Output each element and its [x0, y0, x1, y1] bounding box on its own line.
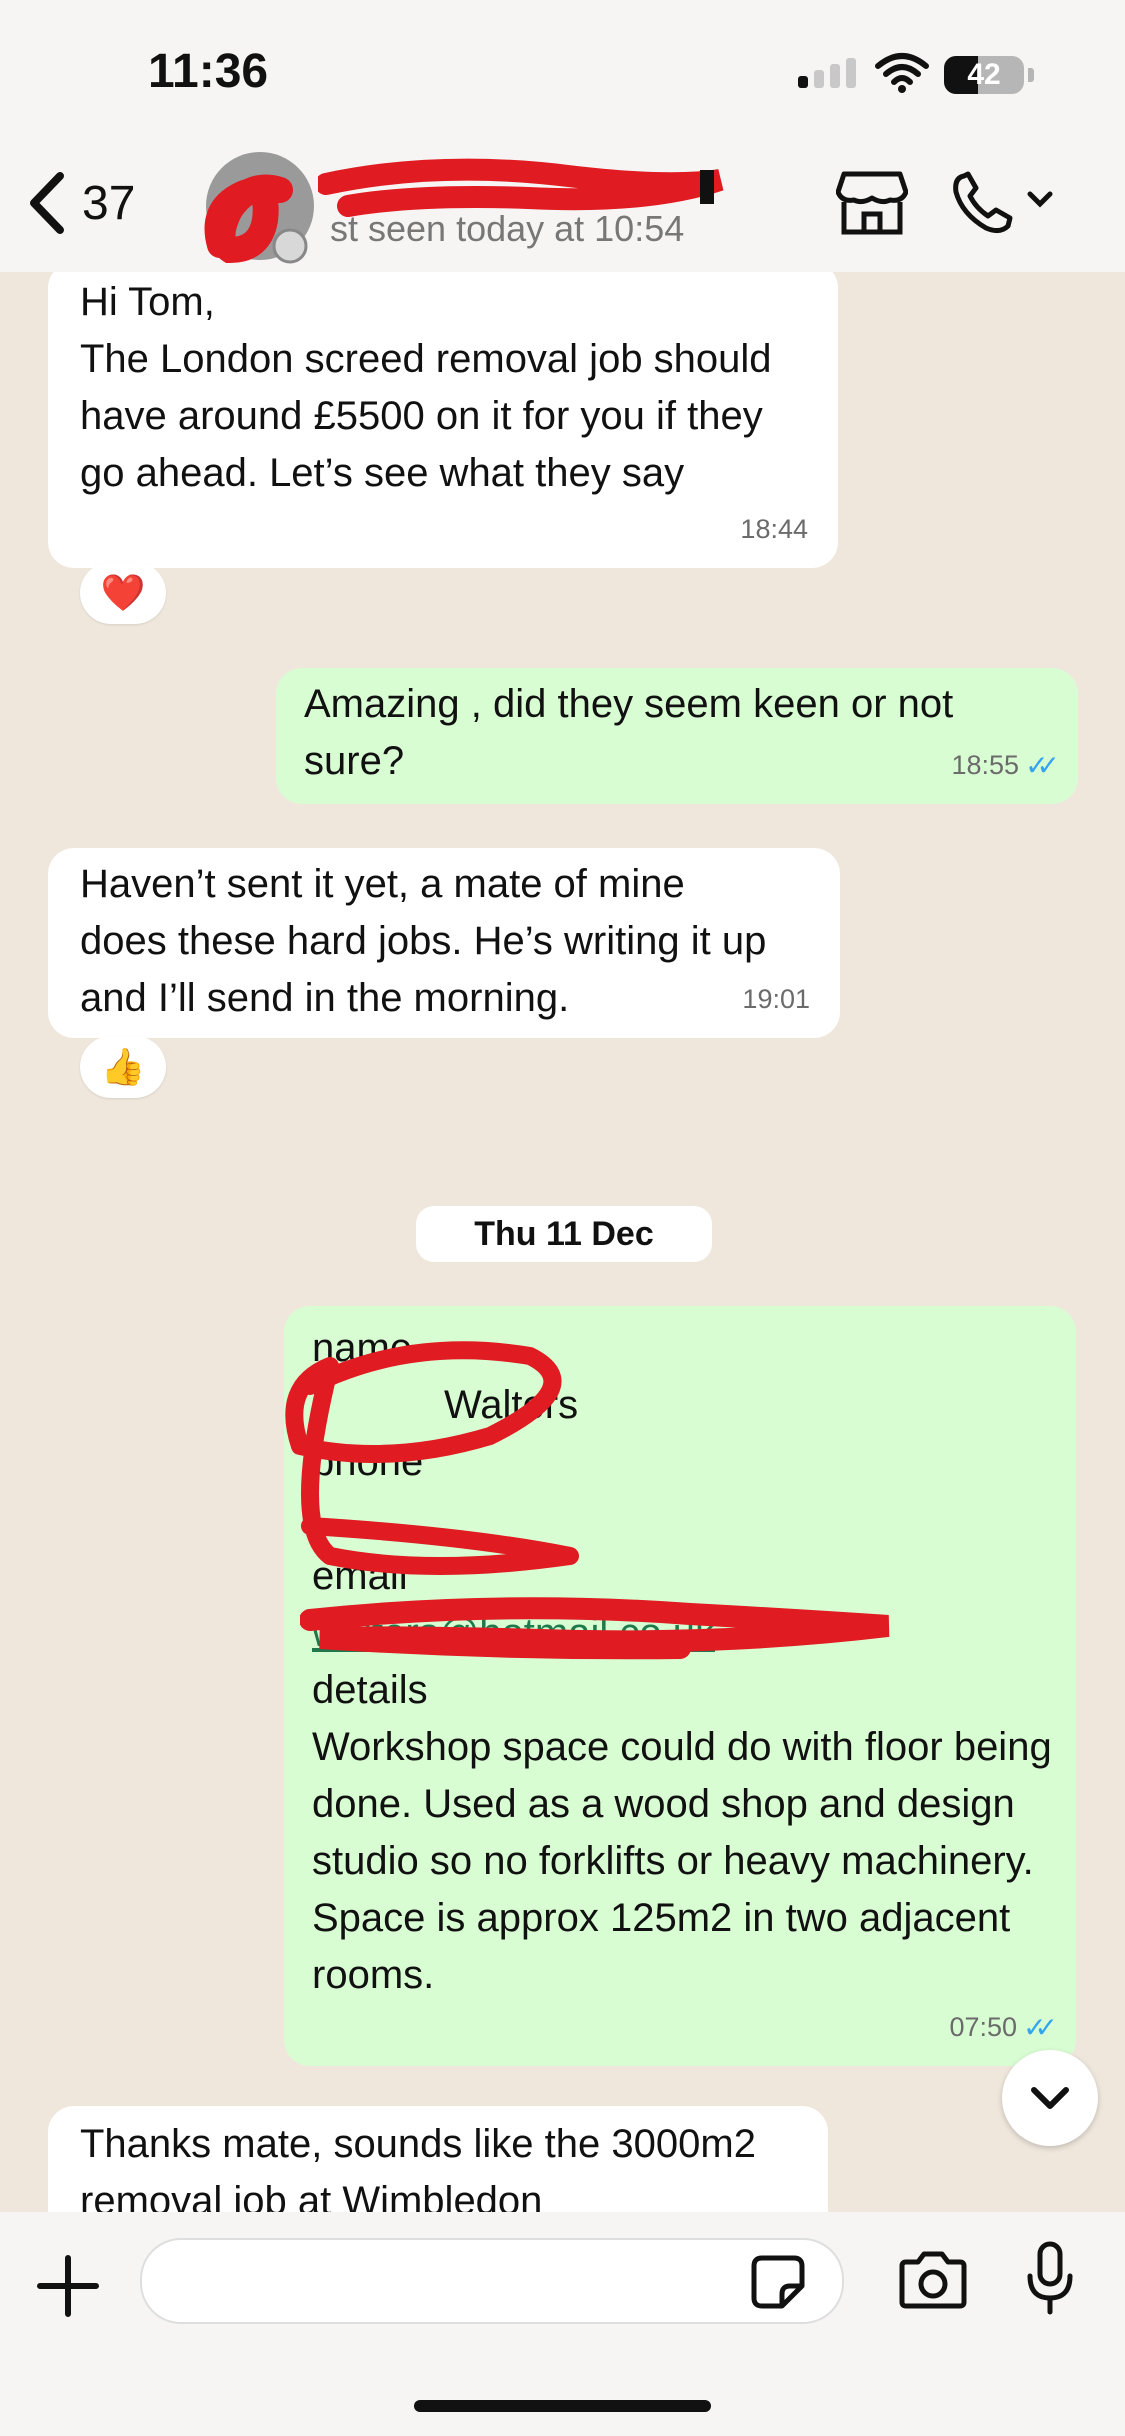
chat-header: 37 st seen today at 10:54: [0, 150, 1125, 272]
plus-icon[interactable]: [36, 2254, 100, 2318]
message-input[interactable]: [140, 2238, 844, 2324]
last-seen-status: st seen today at 10:54: [330, 208, 685, 249]
back-button[interactable]: 37: [24, 170, 135, 236]
cellular-signal-icon: [798, 58, 856, 88]
date-separator: Thu 11 Dec: [416, 1206, 712, 1262]
scroll-to-bottom-button[interactable]: [1002, 2050, 1098, 2146]
battery-percentage: 42: [967, 58, 1001, 91]
store-icon[interactable]: [836, 170, 908, 236]
unread-count: 37: [82, 176, 136, 230]
wifi-icon: [875, 53, 929, 93]
message-time: 18:44: [740, 514, 808, 544]
read-receipt-icon: ✓✓: [1023, 2012, 1058, 2043]
battery-nub: [1028, 68, 1034, 82]
message-text: Amazing , did they seem keen or not sure…: [304, 682, 965, 783]
microphone-icon[interactable]: [1024, 2240, 1076, 2316]
message-reaction[interactable]: ❤️: [80, 562, 166, 624]
status-time: 11:36: [148, 45, 269, 98]
field-label-details: details: [312, 1668, 428, 1712]
message-text: Hi Tom, The London screed removal job sh…: [80, 280, 772, 495]
message-text: Haven’t sent it yet, a mate of mine does…: [80, 862, 778, 1020]
redaction-scribble: [285, 1341, 579, 1575]
message-incoming[interactable]: Thanks mate, sounds like the 3000m2 remo…: [48, 2106, 828, 2212]
message-time: 19:01: [742, 984, 810, 1014]
home-indicator: [414, 2400, 711, 2412]
redaction-scribble: [300, 1597, 890, 1660]
message-time: 18:55: [951, 750, 1020, 780]
sticker-icon[interactable]: [748, 2252, 808, 2312]
chat-thread[interactable]: Hi Tom, The London screed removal job sh…: [0, 272, 1125, 2212]
phone-icon[interactable]: [950, 170, 1056, 236]
camera-icon[interactable]: [896, 2250, 970, 2310]
redaction-scribble: [204, 174, 308, 264]
message-outgoing[interactable]: Amazing , did they seem keen or not sure…: [276, 668, 1078, 804]
battery-icon: 42: [944, 56, 1024, 94]
message-incoming[interactable]: Hi Tom, The London screed removal job sh…: [48, 272, 838, 568]
message-reaction[interactable]: 👍: [80, 1036, 166, 1098]
chevron-left-icon: [30, 172, 64, 234]
details-text: Workshop space could do with floor being…: [312, 1725, 1052, 1997]
message-text: Thanks mate, sounds like the 3000m2 remo…: [80, 2122, 768, 2212]
read-receipt-icon: ✓✓: [1025, 750, 1060, 781]
status-bar: 11:36 42: [0, 0, 1125, 150]
chevron-down-icon: [1031, 2087, 1069, 2109]
message-time: 07:50: [949, 2012, 1018, 2042]
message-incoming[interactable]: Haven’t sent it yet, a mate of mine does…: [48, 848, 840, 1038]
